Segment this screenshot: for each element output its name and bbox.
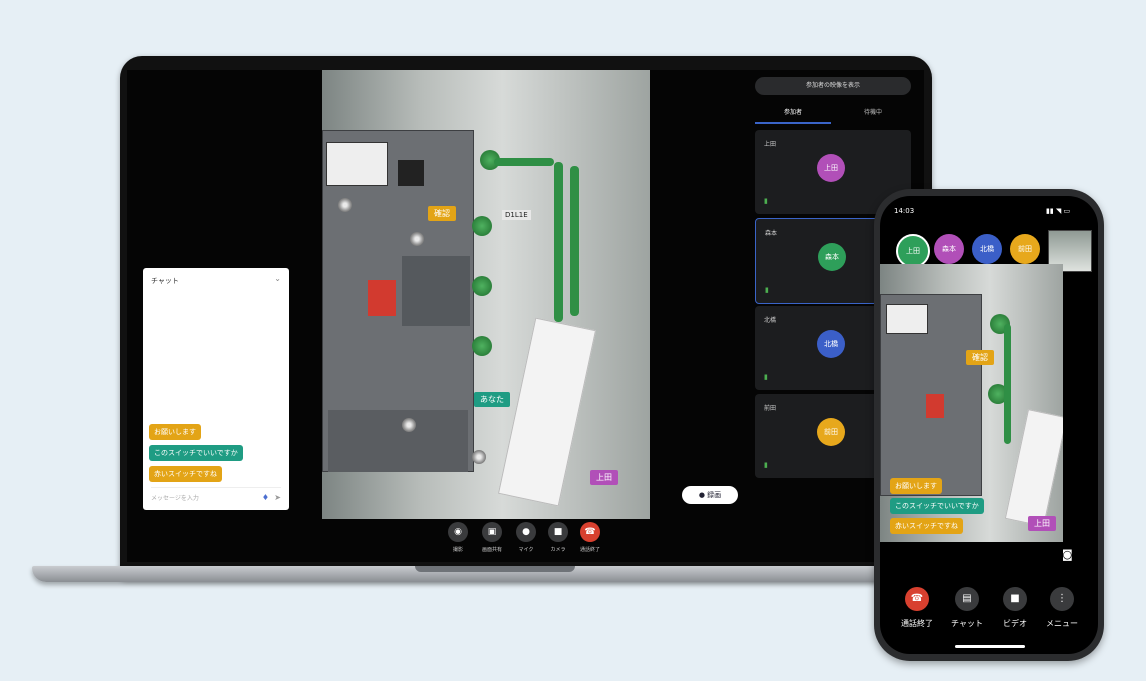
chat-message: このスイッチでいいですか [149, 445, 243, 461]
laptop-video-feed: D1L1E 確認 あなた 上田 [322, 70, 650, 519]
green-wire [570, 166, 579, 316]
annotation-label-purple: 上田 [590, 470, 618, 485]
phone-avatar[interactable]: 森本 [934, 234, 964, 264]
annotation-label-orange: 確認 [966, 350, 994, 365]
green-wire [1004, 324, 1011, 444]
participant-name: 前田 [764, 405, 777, 412]
end-call-label: 通話終了 [579, 547, 600, 553]
screen-share-label: 画面共有 [481, 547, 502, 553]
record-pill[interactable]: ● 録画 [682, 486, 738, 504]
end-call-button[interactable]: ☎ [905, 587, 929, 611]
home-indicator [955, 645, 1025, 648]
signal-icon: ▮ [764, 461, 768, 469]
screw [472, 450, 486, 464]
show-video-button[interactable]: 参加者の映像を表示 [755, 77, 911, 95]
chat-bubble: 赤いスイッチですね [890, 518, 963, 534]
status-icons: ▮▮ ◥ ▭ [1046, 207, 1071, 215]
terminal-nut [472, 276, 492, 296]
signal-icon: ▮ [764, 373, 768, 381]
camera-label: カメラ [550, 547, 566, 553]
chat-message: 赤いスイッチですね [149, 466, 222, 482]
phone-video-feed: 確認 上田 お願いします このスイッチでいいですか 赤いスイッチですね [880, 264, 1063, 542]
chat-bubble: お願いします [890, 478, 942, 494]
phone-avatar[interactable]: 前田 [1010, 234, 1040, 264]
screw [410, 232, 424, 246]
menu-button[interactable]: ⋮ [1050, 587, 1074, 611]
participant-name: 上田 [764, 141, 777, 148]
mic-button[interactable]: ● [516, 522, 536, 542]
chat-bubble: このスイッチでいいですか [890, 498, 984, 514]
participant-name: 北橋 [764, 317, 777, 324]
mic-label: マイク [518, 547, 534, 553]
end-call-label: 通話終了 [901, 619, 933, 628]
participant-name: 森本 [765, 230, 778, 237]
camera-switch-icon[interactable]: ◙ [1062, 548, 1073, 561]
green-wire [554, 162, 563, 322]
chat-label: チャット [951, 619, 983, 628]
terminal-nut [472, 216, 492, 236]
avatar: 北橋 [817, 330, 845, 358]
signal-icon: ▮ [764, 197, 768, 205]
meter-switch [398, 160, 424, 186]
screen-share-button[interactable]: ▣ [482, 522, 502, 542]
mic-icon[interactable]: ♦ [262, 493, 269, 502]
menu-label: メニュー [1046, 619, 1078, 628]
annotation-label-teal: あなた [474, 392, 510, 407]
send-icon[interactable]: ➤ [274, 493, 281, 502]
status-time: 14:03 [894, 207, 915, 215]
chat-button[interactable]: ▤ [955, 587, 979, 611]
end-call-button[interactable]: ☎ [580, 522, 600, 542]
lower-breaker [328, 410, 468, 472]
screw [402, 418, 416, 432]
chat-title: チャット [151, 277, 179, 285]
capture-button[interactable]: ◉ [448, 522, 468, 542]
camera-button[interactable]: ■ [548, 522, 568, 542]
avatar: 森本 [818, 243, 846, 271]
terminal-nut [472, 336, 492, 356]
panel-text: D1L1E [502, 210, 531, 220]
video-label: ビデオ [1003, 619, 1027, 628]
meter-display [326, 142, 388, 186]
phone-avatar[interactable]: 北橋 [972, 234, 1002, 264]
phone-avatar[interactable]: 上田 [896, 234, 930, 268]
breaker-label-plate [402, 256, 470, 326]
annotation-label-purple: 上田 [1028, 516, 1056, 531]
laptop-hinge [415, 566, 575, 572]
chat-message: お願いします [149, 424, 201, 440]
green-wire [494, 158, 554, 166]
red-switch [926, 394, 944, 418]
meter-display [886, 304, 928, 334]
red-switch [368, 280, 396, 316]
tab-waiting[interactable]: 待機中 [835, 104, 911, 122]
video-button[interactable]: ■ [1003, 587, 1027, 611]
signal-icon: ▮ [765, 286, 769, 294]
capture-label: 撮影 [452, 547, 463, 553]
participant-tabs: 参加者 待機中 [755, 104, 911, 124]
avatar: 上田 [817, 154, 845, 182]
annotation-label-orange: 確認 [428, 206, 456, 221]
phone-notch [955, 196, 1025, 210]
call-controls: ◉ 撮影 ▣ 画面共有 ● マイク ■ カメラ ☎ 通話終了 [448, 522, 608, 558]
tab-participants[interactable]: 参加者 [755, 104, 831, 124]
chat-panel: チャット ⌄ お願いします このスイッチでいいですか 赤いスイッチですね メッセ… [143, 268, 289, 510]
avatar: 前田 [817, 418, 845, 446]
chat-collapse-icon[interactable]: ⌄ [274, 274, 281, 283]
screw [338, 198, 352, 212]
